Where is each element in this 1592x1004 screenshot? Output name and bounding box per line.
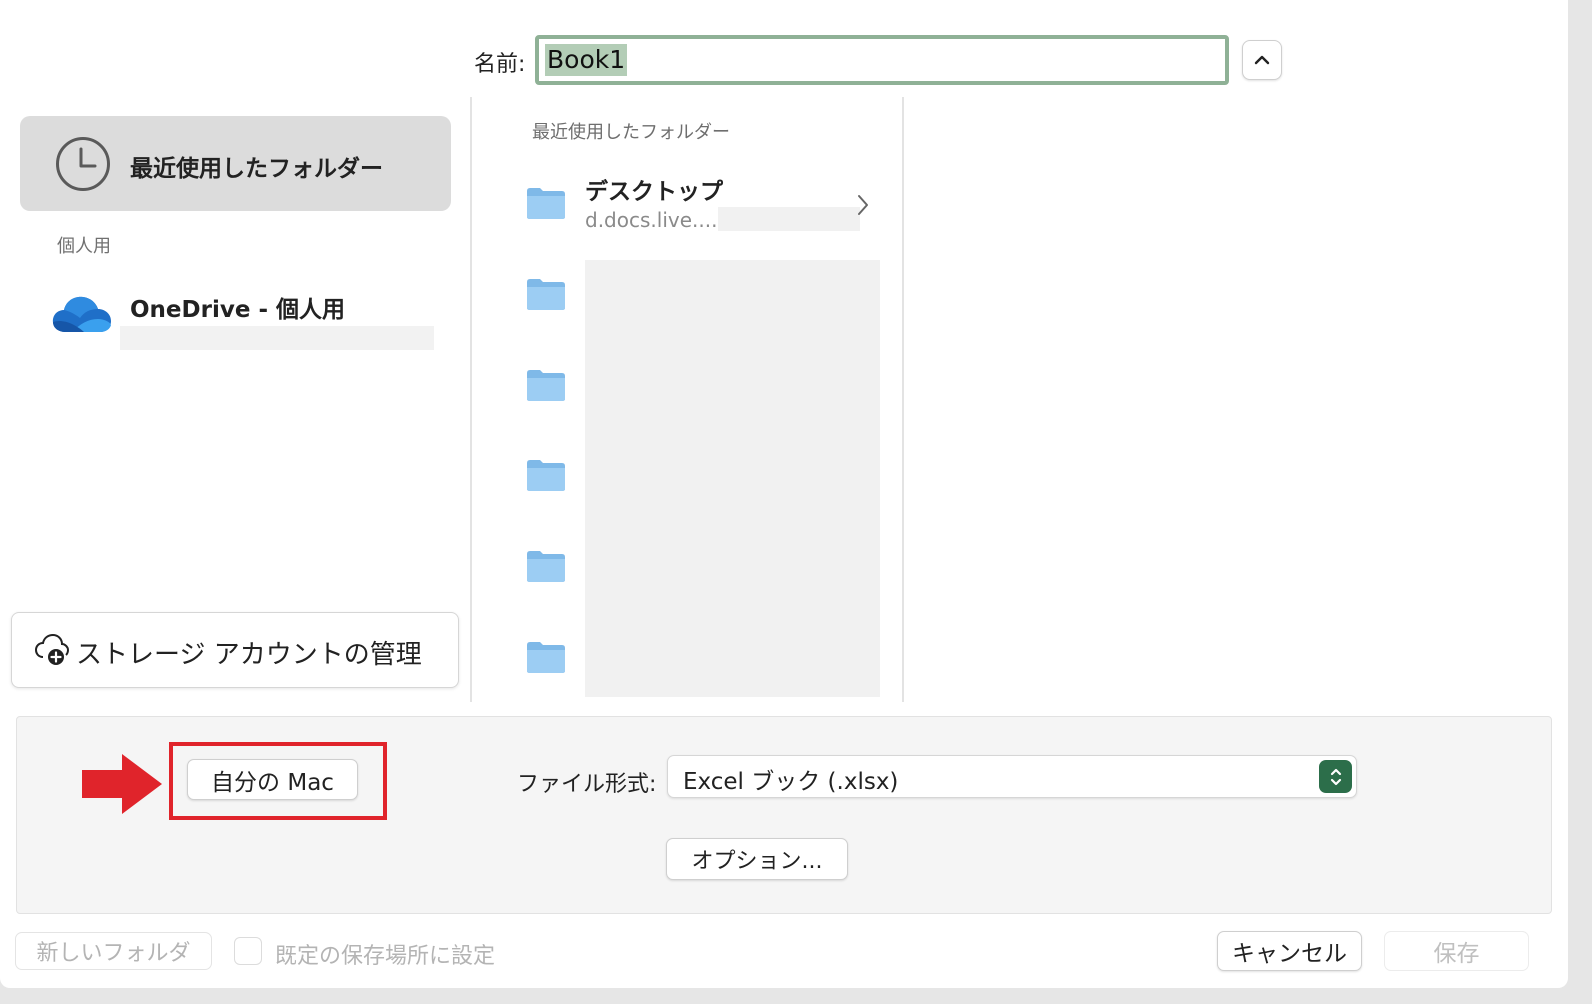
folder-icon[interactable] [525,640,566,674]
chevron-right-icon[interactable] [857,194,869,216]
default-location-checkbox[interactable] [234,937,262,965]
manage-storage-label: ストレージ アカウントの管理 [76,640,422,670]
file-format-label: ファイル形式: [517,772,657,797]
folder-icon[interactable] [525,277,566,311]
new-folder-button[interactable]: 新しいフォルダ [15,932,212,970]
red-arrow-annotation [82,754,162,814]
name-label: 名前: [474,52,526,77]
column-header: 最近使用したフォルダー [532,122,730,143]
folder-name[interactable]: デスクトップ [585,172,723,206]
column-divider [902,97,904,702]
file-format-select[interactable]: Excel ブック (.xlsx) [667,755,1357,798]
clock-icon [56,137,110,191]
cancel-button[interactable]: キャンセル [1217,931,1362,971]
options-button[interactable]: オプション... [666,838,848,880]
onedrive-cloud-icon [52,296,111,332]
sidebar-item-label: 最近使用したフォルダー [130,156,383,182]
file-format-value: Excel ブック (.xlsx) [683,769,899,795]
folder-icon[interactable] [525,186,566,220]
folder-location-redacted [718,207,860,231]
select-stepper-icon [1319,760,1352,793]
default-location-label: 既定の保存場所に設定 [275,944,496,969]
folder-icon[interactable] [525,368,566,402]
sidebar-item-recent[interactable]: 最近使用したフォルダー [20,116,451,211]
folder-location: d.docs.live.... [585,208,718,232]
folder-list-redacted [585,260,880,697]
sidebar-section-heading: 個人用 [57,236,111,257]
manage-storage-button[interactable]: ストレージ アカウントの管理 [11,612,459,688]
filename-text: Book1 [545,44,628,76]
account-email-redacted [120,326,434,350]
save-button[interactable]: 保存 [1384,931,1529,971]
sidebar-item-label: OneDrive - 個人用 [130,297,345,323]
chevron-up-icon [1254,55,1270,65]
column-divider [470,97,472,702]
save-dialog: 名前: Book1 最近使用したフォルダー 個人用 OneDrive - 個人用… [0,0,1568,988]
folder-icon[interactable] [525,458,566,492]
my-mac-button[interactable]: 自分の Mac [187,759,358,800]
collapse-button[interactable] [1242,40,1282,80]
sidebar-item-onedrive[interactable]: OneDrive - 個人用 [20,270,451,365]
folder-icon[interactable] [525,549,566,583]
cloud-add-icon [34,633,70,665]
filename-input[interactable]: Book1 [535,35,1229,85]
